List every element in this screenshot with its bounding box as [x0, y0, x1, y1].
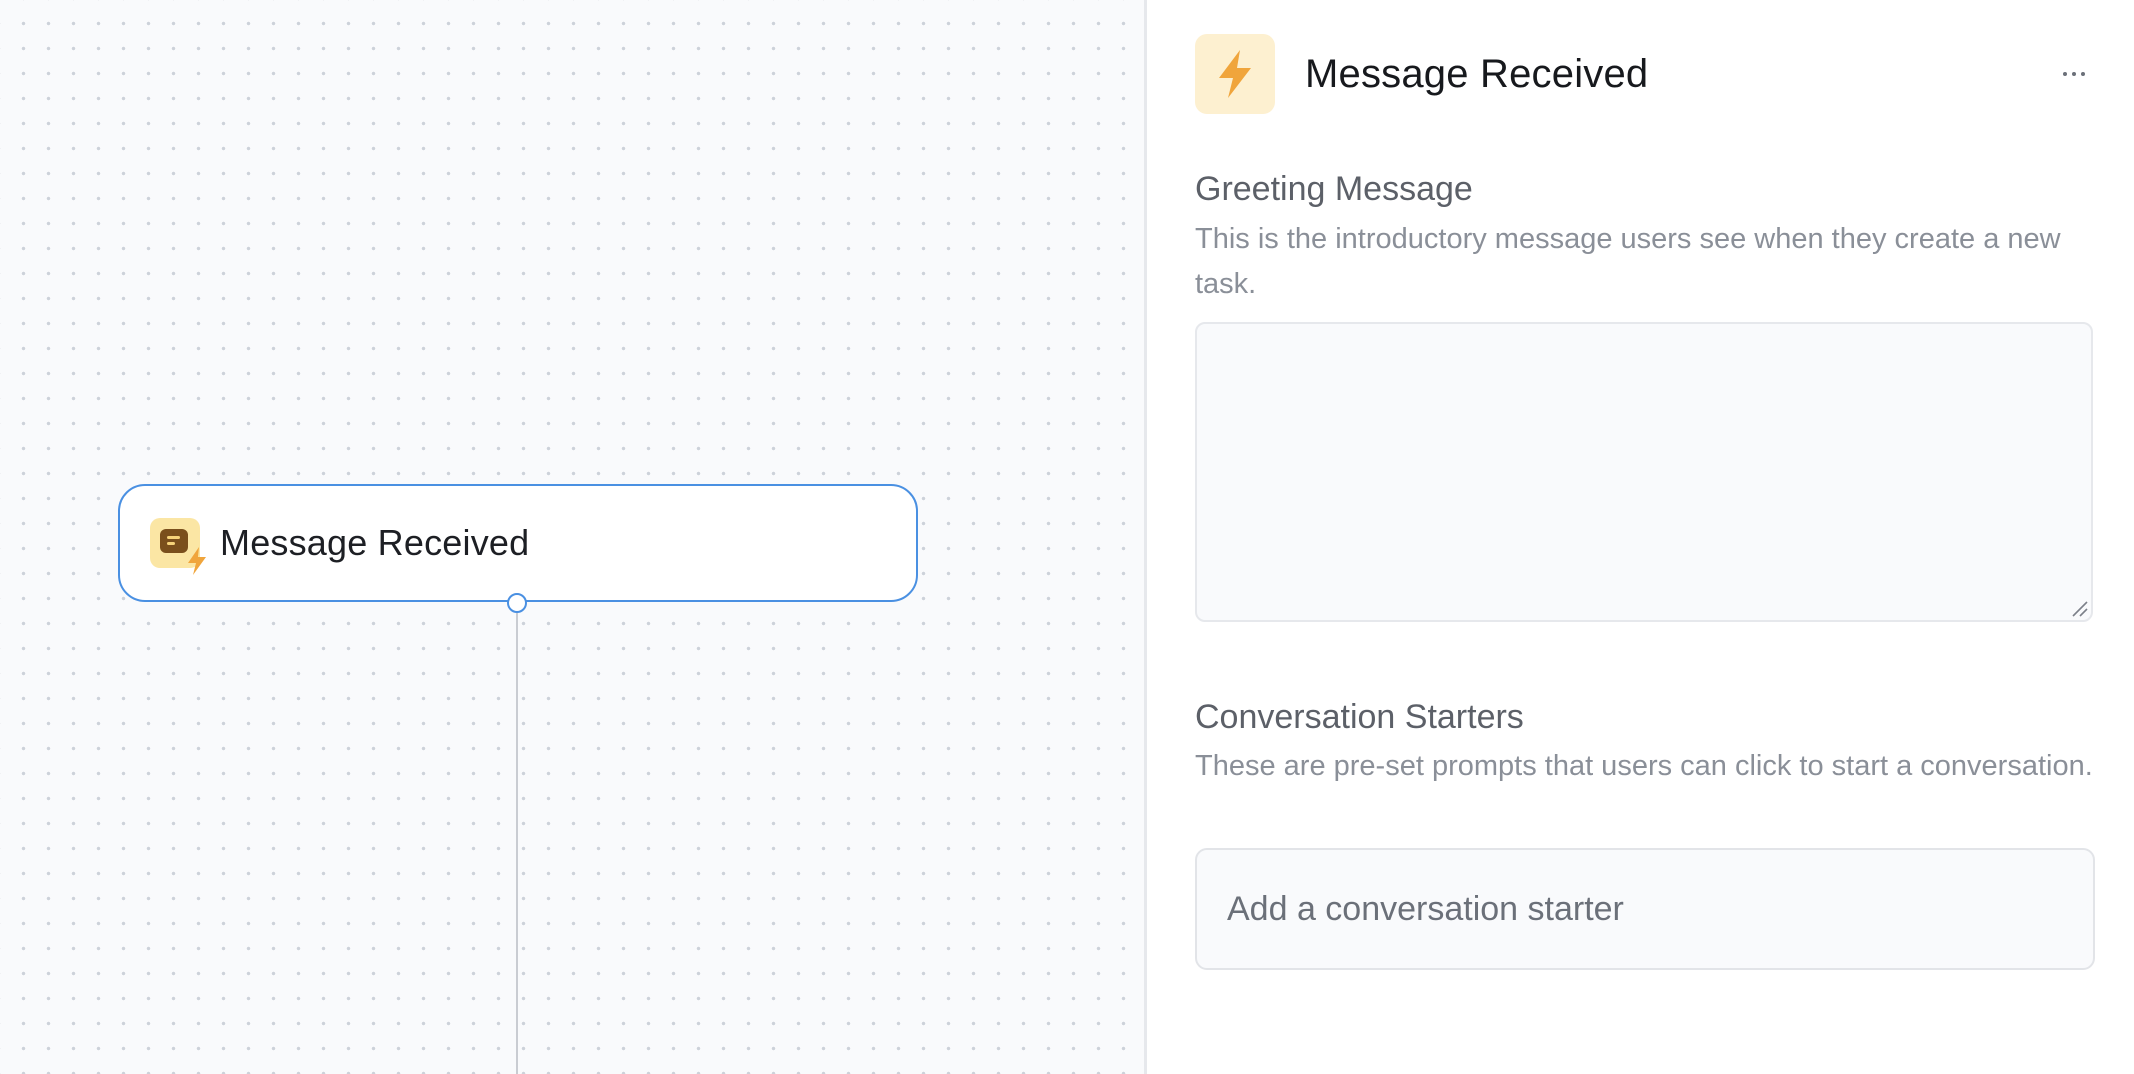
more-options-button[interactable] [2054, 54, 2094, 94]
bolt-badge-icon [188, 547, 206, 575]
greeting-message-textarea[interactable] [1195, 322, 2093, 622]
workflow-canvas[interactable]: Message Received [0, 0, 1144, 1074]
node-settings-panel: Message Received Greeting Message This i… [1147, 0, 2134, 1074]
resize-handle-icon[interactable] [2071, 600, 2089, 618]
greeting-message-description: This is the introductory message users s… [1195, 223, 2061, 300]
trigger-node-message-received[interactable]: Message Received [118, 484, 918, 602]
conversation-starter-input[interactable] [1195, 848, 2095, 970]
workflow-editor: Message Received Message Received Greeti… [0, 0, 2134, 1074]
connection-edge [516, 613, 518, 1074]
node-output-handle[interactable] [507, 593, 527, 613]
greeting-message-title: Greeting Message [1195, 170, 1473, 208]
lightning-bolt-icon [1195, 34, 1275, 114]
node-title: Message Received [220, 522, 530, 563]
conversation-starters-title: Conversation Starters [1195, 698, 1524, 736]
panel-header: Message Received [1195, 34, 2094, 114]
conversation-starters-description: These are pre-set prompts that users can… [1195, 750, 2093, 782]
message-trigger-icon [150, 518, 206, 575]
more-horizontal-icon [2063, 72, 2085, 76]
panel-title: Message Received [1305, 51, 1649, 96]
